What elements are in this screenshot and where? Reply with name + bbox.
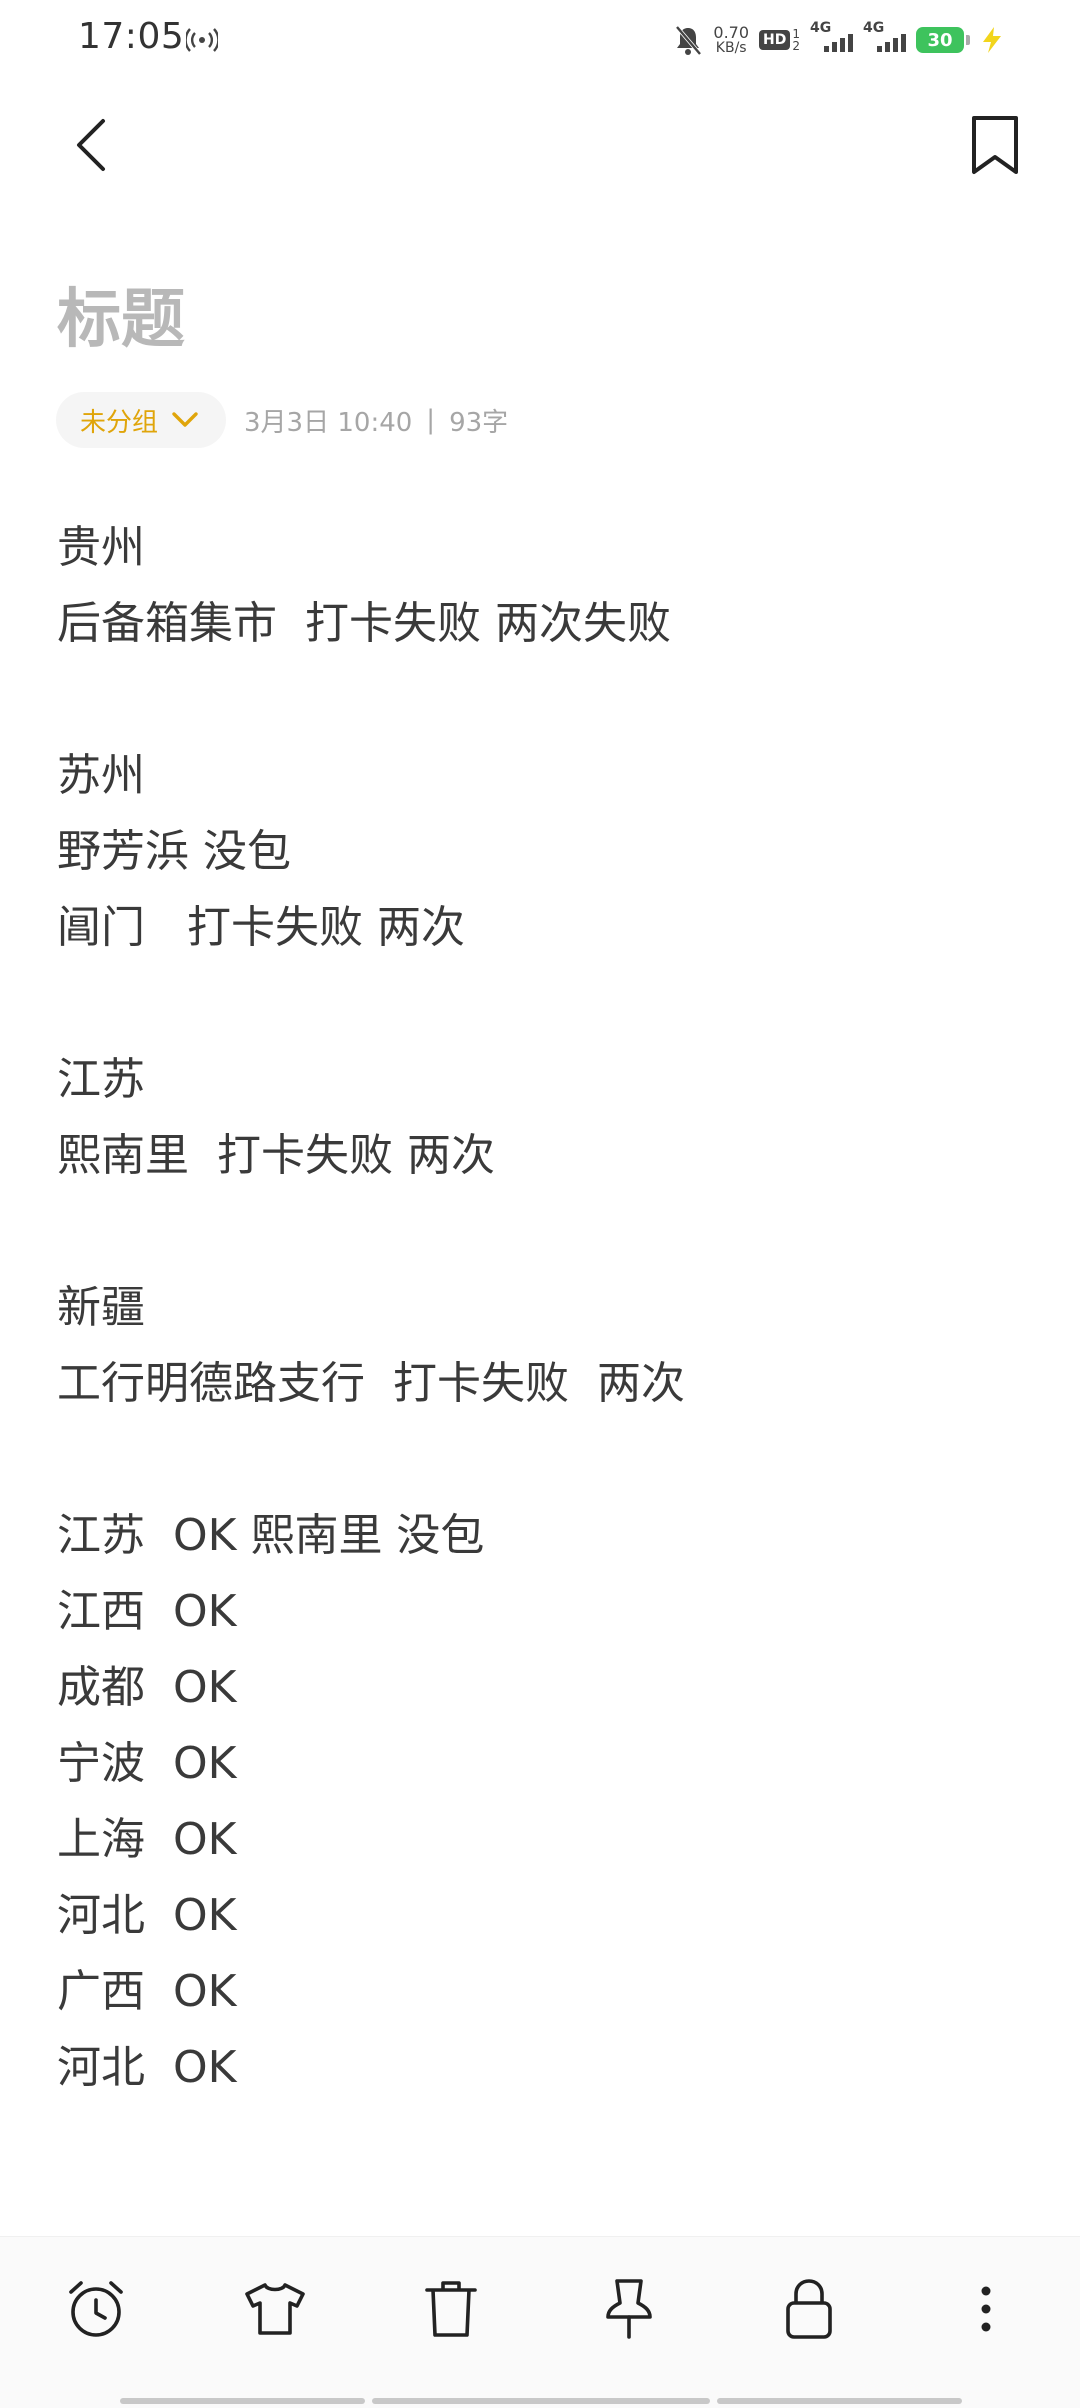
pin-button[interactable] bbox=[593, 2273, 665, 2345]
note-line: 苏州 bbox=[57, 750, 145, 801]
note-title-input[interactable]: 标题 bbox=[57, 282, 185, 359]
note-line: 河北 OK bbox=[57, 2042, 237, 2093]
net-speed-value: 0.70 bbox=[713, 23, 750, 42]
word-count: 93字 bbox=[449, 407, 509, 438]
hd-badge: HD bbox=[759, 30, 791, 50]
chevron-down-icon bbox=[172, 412, 198, 427]
net-speed-unit: KB/s bbox=[715, 40, 747, 56]
note-date: 3月3日 10:40 bbox=[244, 407, 413, 438]
group-label: 未分组 bbox=[80, 407, 159, 438]
note-line: 江苏 OK 熙南里 没包 bbox=[57, 1510, 485, 1561]
note-line: 后备箱集市 打卡失败 两次失败 bbox=[57, 598, 671, 649]
status-icons: 0.70 KB/s HD 1 2 4G 4G 30 bbox=[673, 18, 1004, 62]
note-line: 宁波 OK bbox=[57, 1738, 237, 1789]
nav-segment-center[interactable] bbox=[372, 2398, 710, 2404]
lock-button[interactable] bbox=[773, 2273, 845, 2345]
note-line: 上海 OK bbox=[57, 1814, 237, 1865]
delete-button[interactable] bbox=[415, 2273, 487, 2345]
reminder-button[interactable] bbox=[60, 2273, 132, 2345]
signal-icon-2: 4G bbox=[863, 20, 906, 58]
note-line: 成都 OK bbox=[57, 1662, 237, 1713]
note-line: 工行明德路支行 打卡失败 两次 bbox=[57, 1358, 685, 1409]
net-speed: 0.70 KB/s bbox=[713, 23, 750, 56]
status-bar: 17:05 0.70 KB/s HD 1 2 4G 4G 30 bbox=[0, 0, 1080, 80]
system-nav-bar bbox=[0, 2376, 1080, 2408]
note-line bbox=[57, 1194, 1017, 1270]
note-line: 熙南里 打卡失败 两次 bbox=[57, 1130, 495, 1181]
charging-icon bbox=[983, 27, 1001, 53]
note-line bbox=[57, 662, 1017, 738]
hd-sub: 1 2 bbox=[792, 28, 800, 52]
hd-sub-bottom: 2 bbox=[792, 39, 800, 53]
note-line: 河北 OK bbox=[57, 1890, 237, 1941]
note-line: 阊门 打卡失败 两次 bbox=[57, 902, 465, 953]
note-line: 江西 OK bbox=[57, 1586, 237, 1637]
back-button[interactable] bbox=[56, 110, 126, 180]
bookmark-button[interactable] bbox=[960, 110, 1030, 180]
note-line: 贵州 bbox=[57, 522, 145, 573]
note-body[interactable]: 贵州 后备箱集市 打卡失败 两次失败 苏州 野芳浜 没包 阊门 打卡失败 两次 … bbox=[57, 510, 1017, 2106]
group-selector[interactable]: 未分组 bbox=[56, 392, 227, 448]
more-button[interactable] bbox=[950, 2273, 1022, 2345]
note-meta: 未分组 3月3日 10:40 | 93字 bbox=[56, 392, 508, 448]
signal-label: 4G bbox=[810, 20, 832, 36]
nav-segment-left[interactable] bbox=[120, 2398, 365, 2404]
note-line: 江苏 bbox=[57, 1054, 145, 1105]
note-line bbox=[57, 966, 1017, 1042]
signal-icon: 4G bbox=[810, 20, 853, 58]
note-line: 广西 OK bbox=[57, 1966, 237, 2017]
note-line bbox=[57, 1422, 1017, 1498]
status-time: 17:05 bbox=[78, 16, 185, 57]
signal-label-2: 4G bbox=[863, 20, 885, 36]
battery-icon: 30 bbox=[916, 27, 970, 53]
hd-indicator: HD 1 2 bbox=[759, 28, 800, 52]
theme-button[interactable] bbox=[239, 2273, 311, 2345]
chevron-left-icon bbox=[77, 119, 105, 171]
meta-separator: | bbox=[426, 405, 436, 435]
note-line: 新疆 bbox=[57, 1282, 145, 1333]
alarm-clock-icon bbox=[69, 2281, 123, 2337]
pin-icon bbox=[606, 2279, 652, 2339]
hotspot-icon bbox=[186, 28, 218, 52]
lock-icon bbox=[786, 2279, 832, 2339]
more-vertical-icon bbox=[981, 2286, 991, 2332]
mute-bell-icon bbox=[675, 25, 702, 56]
nav-segment-right[interactable] bbox=[717, 2398, 962, 2404]
meta-text: 3月3日 10:40 | 93字 bbox=[244, 402, 508, 439]
shirt-icon bbox=[245, 2283, 305, 2335]
note-line: 野芳浜 没包 bbox=[57, 826, 291, 877]
battery-cap bbox=[966, 35, 970, 45]
trash-icon bbox=[425, 2281, 477, 2337]
bottom-toolbar bbox=[0, 2236, 1080, 2377]
battery-level: 30 bbox=[916, 27, 964, 53]
bookmark-icon bbox=[972, 116, 1018, 174]
